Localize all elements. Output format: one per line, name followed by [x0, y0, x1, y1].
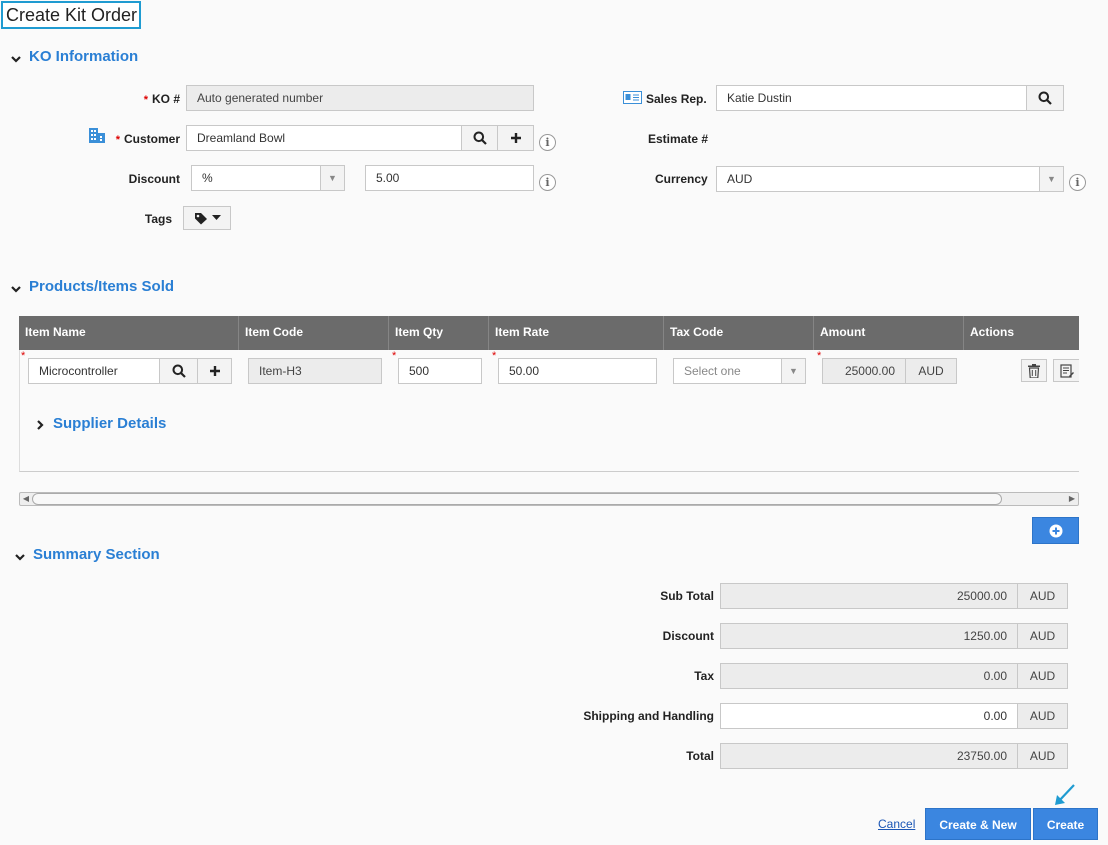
customer-label: * Customer: [115, 132, 180, 146]
pointer-arrow-icon: [1055, 784, 1075, 805]
caret-down-icon: ▼: [320, 166, 344, 190]
customer-info-icon[interactable]: i: [539, 134, 556, 151]
chevron-right-icon[interactable]: [34, 419, 46, 431]
plus-icon: [209, 366, 220, 376]
create-button[interactable]: Create: [1033, 808, 1098, 840]
total-currency: AUD: [1017, 743, 1068, 769]
currency-info-icon[interactable]: i: [1069, 174, 1086, 191]
discount-label: Discount: [128, 172, 180, 186]
items-grid-header: Item Name Item Code Item Qty Item Rate T…: [19, 316, 1079, 350]
summary-discount-currency: AUD: [1017, 623, 1068, 649]
plus-icon: [510, 133, 521, 143]
amount-currency: AUD: [905, 358, 957, 384]
add-row-button[interactable]: [1032, 517, 1079, 544]
tag-icon: [194, 212, 207, 224]
caret-down-icon: ▼: [781, 359, 805, 383]
section-products-items-sold[interactable]: Products/Items Sold: [29, 278, 174, 295]
customer-field[interactable]: Dreamland Bowl: [186, 125, 462, 151]
trash-icon: [1028, 363, 1040, 378]
ko-number-field: Auto generated number: [186, 85, 534, 111]
search-icon: [1038, 91, 1052, 105]
subtotal-label: Sub Total: [660, 589, 714, 603]
shipping-field[interactable]: 0.00: [720, 703, 1018, 729]
required-mark: *: [21, 350, 26, 362]
chevron-down-icon[interactable]: [14, 551, 26, 563]
tax-label: Tax: [694, 669, 714, 683]
total-field: 23750.00: [720, 743, 1018, 769]
sales-rep-field[interactable]: Katie Dustin: [716, 85, 1027, 111]
edit-icon: [1059, 363, 1074, 378]
tax-code-select[interactable]: Select one ▼: [673, 358, 806, 384]
section-summary[interactable]: Summary Section: [33, 546, 160, 563]
chevron-down-icon[interactable]: [10, 283, 22, 295]
item-add-button[interactable]: [197, 358, 232, 384]
sales-rep-label: Sales Rep.: [646, 92, 707, 106]
caret-down-icon: [211, 215, 221, 220]
tags-label: Tags: [144, 212, 172, 226]
contact-card-icon: [623, 91, 642, 104]
ko-number-label: * KO #: [143, 92, 180, 106]
discount-value-field[interactable]: 5.00: [365, 165, 534, 191]
chevron-down-icon[interactable]: [10, 53, 22, 65]
currency-label: Currency: [655, 172, 708, 186]
total-label: Total: [686, 749, 714, 763]
column-actions: Actions: [970, 325, 1015, 339]
summary-discount-label: Discount: [662, 629, 714, 643]
search-icon: [172, 364, 186, 378]
delete-row-button[interactable]: [1021, 359, 1047, 382]
tags-dropdown-button[interactable]: [183, 206, 231, 230]
section-ko-information[interactable]: KO Information: [29, 48, 138, 65]
plus-circle-icon: [1049, 524, 1062, 537]
tax-currency: AUD: [1017, 663, 1068, 689]
column-amount[interactable]: Amount: [814, 316, 964, 350]
caret-down-icon: ▼: [1039, 167, 1063, 191]
item-name-field[interactable]: Microcontroller: [28, 358, 160, 384]
required-mark: *: [492, 350, 497, 362]
column-item-name[interactable]: Item Name: [19, 316, 239, 350]
tax-field: 0.00: [720, 663, 1018, 689]
amount-field: 25000.00: [822, 358, 906, 384]
item-code-field: Item-H3: [248, 358, 382, 384]
shipping-currency: AUD: [1017, 703, 1068, 729]
required-mark: *: [392, 350, 397, 362]
sales-rep-search-button[interactable]: [1026, 85, 1064, 111]
discount-type-select[interactable]: % ▼: [191, 165, 345, 191]
supplier-details-toggle[interactable]: Supplier Details: [53, 415, 166, 432]
discount-info-icon[interactable]: i: [539, 174, 556, 191]
column-item-qty[interactable]: Item Qty: [389, 316, 489, 350]
items-grid-scrollbar[interactable]: ◀ ▶: [19, 492, 1079, 506]
summary-discount-field: 1250.00: [720, 623, 1018, 649]
edit-row-button[interactable]: [1053, 359, 1079, 382]
page-title: Create Kit Order: [1, 1, 141, 29]
customer-add-button[interactable]: [497, 125, 534, 151]
required-mark: *: [817, 350, 822, 362]
estimate-label: Estimate #: [648, 132, 709, 146]
column-tax-code[interactable]: Tax Code: [664, 316, 814, 350]
scroll-right-arrow[interactable]: ▶: [1067, 494, 1077, 504]
customer-search-button[interactable]: [461, 125, 498, 151]
shipping-label: Shipping and Handling: [583, 709, 714, 723]
scroll-left-arrow[interactable]: ◀: [21, 494, 31, 504]
search-icon: [473, 131, 487, 145]
currency-select[interactable]: AUD ▼: [716, 166, 1064, 192]
scrollbar-thumb[interactable]: [32, 493, 1002, 505]
item-search-button[interactable]: [159, 358, 198, 384]
item-qty-field[interactable]: 500: [398, 358, 482, 384]
column-item-rate[interactable]: Item Rate: [489, 316, 664, 350]
item-rate-field[interactable]: 50.00: [498, 358, 657, 384]
subtotal-currency: AUD: [1017, 583, 1068, 609]
column-item-code[interactable]: Item Code: [239, 316, 389, 350]
subtotal-field: 25000.00: [720, 583, 1018, 609]
create-and-new-button[interactable]: Create & New: [925, 808, 1031, 840]
cancel-link[interactable]: Cancel: [878, 817, 915, 831]
